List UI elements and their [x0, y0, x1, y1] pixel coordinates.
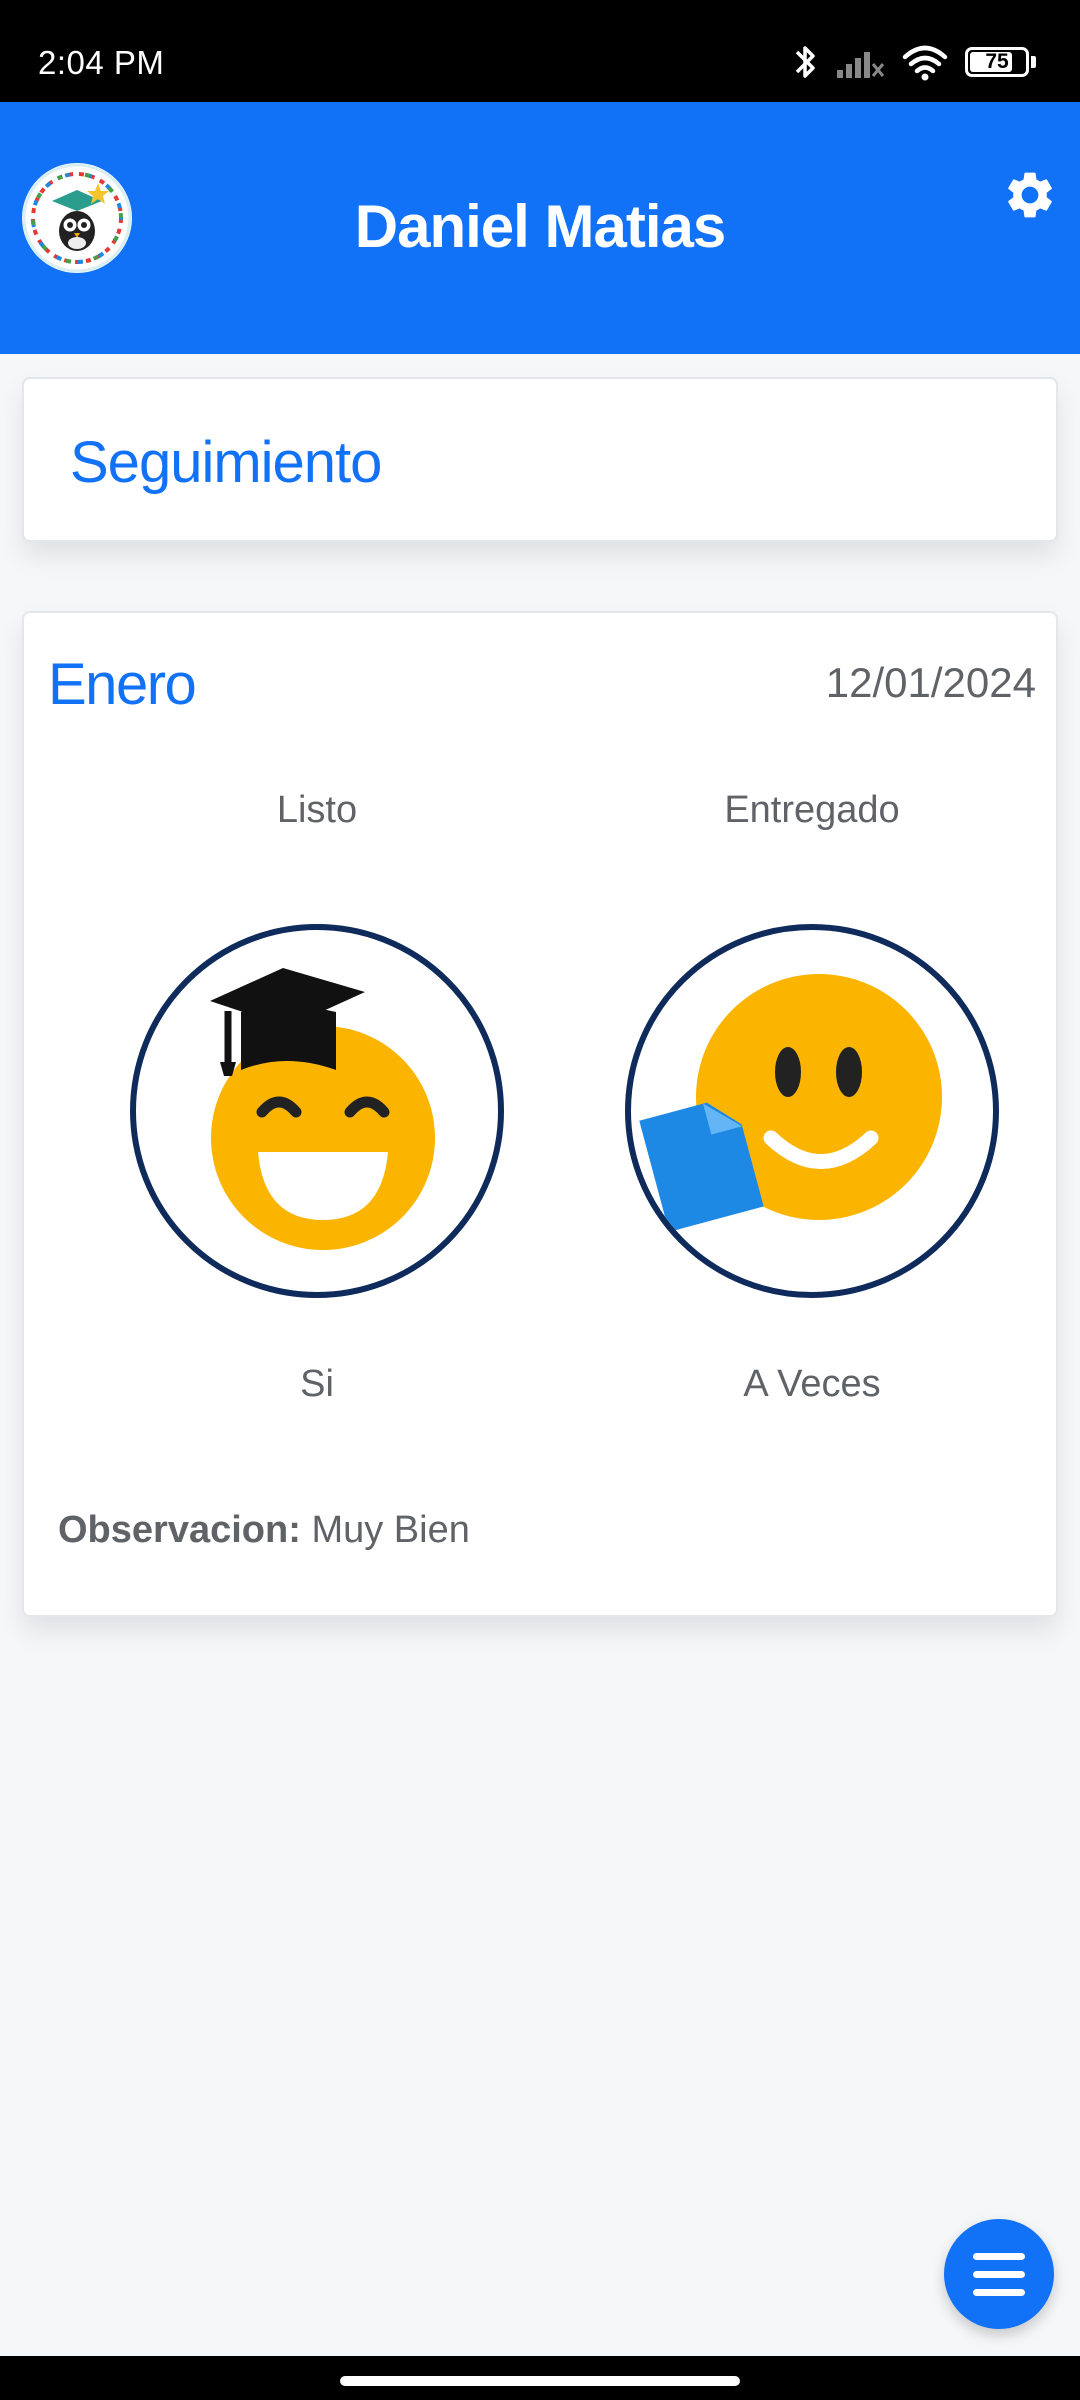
- menu-fab-button[interactable]: [944, 2219, 1054, 2329]
- status-value: Si: [300, 1363, 334, 1405]
- status-label: Listo: [276, 789, 358, 831]
- status-column-entregado: Entregado A Veces: [562, 613, 1062, 1513]
- wifi-icon: [902, 45, 948, 81]
- header-title: Daniel Matias: [354, 193, 726, 260]
- signal-icon: [837, 52, 885, 78]
- observation: Observacion: Muy Bien: [58, 1509, 470, 1552]
- graduate-smiley-icon: [210, 968, 435, 1250]
- status-label: Entregado: [724, 789, 900, 831]
- status-bar: 2:04 PM 75: [0, 0, 1080, 102]
- record-card[interactable]: Enero 12/01/2024 Listo Si Entregado A Ve…: [22, 611, 1058, 1617]
- home-indicator[interactable]: [340, 2376, 740, 2386]
- bluetooth-icon: [795, 46, 815, 78]
- section-title-card: Seguimiento: [22, 377, 1058, 542]
- battery-level: 75: [985, 50, 1009, 73]
- smiley-document-icon: [639, 974, 942, 1232]
- status-column-listo: Listo Si: [67, 613, 567, 1513]
- status-emoji-circle: [130, 924, 504, 1298]
- settings-button[interactable]: [1002, 167, 1058, 223]
- observation-label: Observacion:: [58, 1509, 301, 1551]
- status-emoji-circle: [625, 924, 999, 1298]
- section-title: Seguimiento: [70, 430, 382, 495]
- status-value: A Veces: [743, 1363, 881, 1405]
- observation-value: Muy Bien: [311, 1509, 470, 1551]
- battery-icon: 75: [965, 47, 1029, 77]
- gear-icon: [1008, 172, 1052, 218]
- status-time: 2:04 PM: [38, 44, 165, 81]
- status-icons: 75: [793, 40, 1036, 84]
- app-header: Daniel Matias: [0, 102, 1080, 354]
- system-nav-bar: [0, 2356, 1080, 2400]
- battery-tip: [1031, 56, 1036, 68]
